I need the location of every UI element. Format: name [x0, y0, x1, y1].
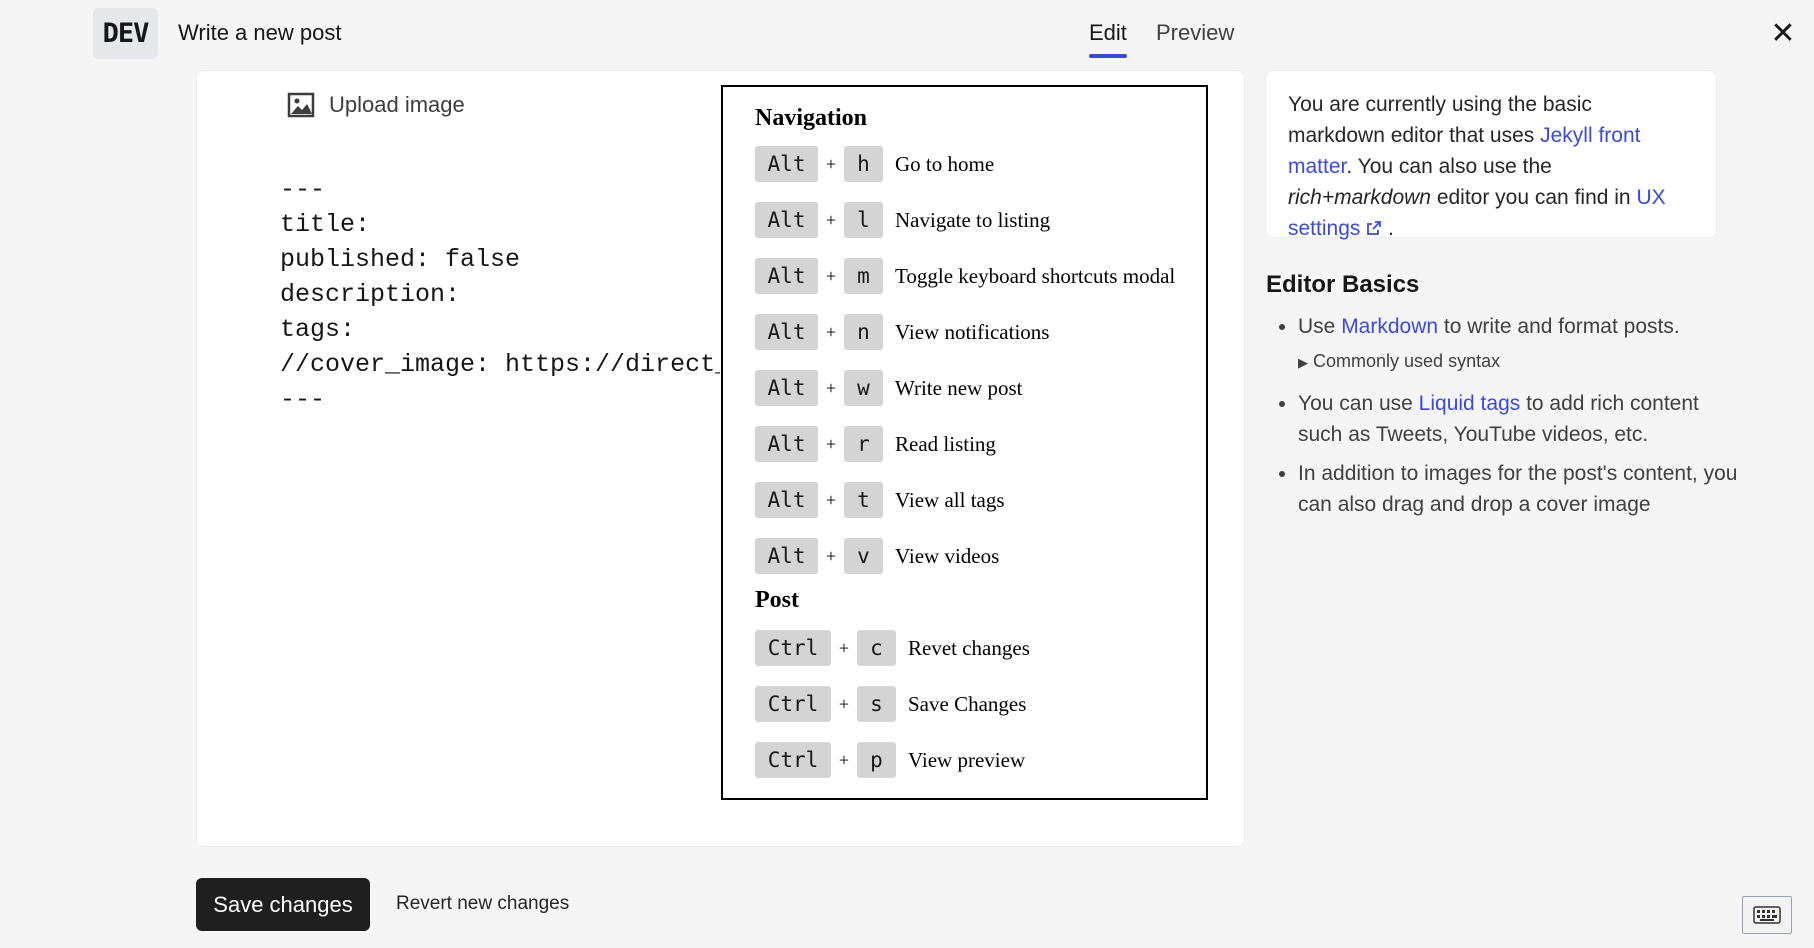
- key-cap: v: [844, 538, 883, 574]
- tab-preview[interactable]: Preview: [1156, 20, 1234, 46]
- key-cap: r: [844, 426, 883, 462]
- key-cap: Ctrl: [755, 742, 831, 778]
- syntax-toggle-label: Commonly used syntax: [1313, 351, 1501, 371]
- editor-info-card: You are currently using the basic markdo…: [1265, 70, 1717, 240]
- shortcut-row: Alt + m Toggle keyboard shortcuts modal: [755, 258, 1175, 294]
- key-cap: h: [844, 146, 883, 182]
- info-text: editor you can find in: [1430, 186, 1637, 209]
- editor-basics-list: Use Markdown to write and format posts. …: [1266, 311, 1738, 528]
- close-icon[interactable]: ✕: [1758, 14, 1808, 54]
- commonly-used-syntax-toggle[interactable]: ▶ Commonly used syntax: [1298, 346, 1738, 378]
- list-text: You can use: [1298, 392, 1419, 415]
- plus-sign: +: [825, 209, 837, 230]
- shortcut-row: Alt + n View notifications: [755, 314, 1049, 350]
- shortcut-row: Alt + l Navigate to listing: [755, 202, 1050, 238]
- liquid-tags-link[interactable]: Liquid tags: [1419, 392, 1521, 415]
- shortcut-description: View preview: [908, 747, 1026, 772]
- key-cap: Alt: [755, 314, 818, 350]
- shortcut-description: Go to home: [895, 151, 995, 176]
- key-cap: Alt: [755, 146, 818, 182]
- plus-sign: +: [825, 489, 837, 510]
- shortcut-description: View all tags: [895, 487, 1005, 512]
- shortcut-row: Alt + h Go to home: [755, 146, 994, 182]
- info-text: . You can also use the: [1346, 155, 1552, 178]
- markdown-editor[interactable]: --- title: published: false description:…: [280, 172, 720, 417]
- key-cap: Alt: [755, 202, 818, 238]
- shortcut-description: View videos: [895, 543, 1000, 568]
- disclosure-triangle-icon: ▶: [1298, 355, 1308, 370]
- key-cap: Ctrl: [755, 630, 831, 666]
- key-cap: s: [857, 686, 896, 722]
- key-cap: t: [844, 482, 883, 518]
- shortcut-row: Ctrl + s Save Changes: [755, 686, 1026, 722]
- plus-sign: +: [825, 377, 837, 398]
- key-cap: Alt: [755, 482, 818, 518]
- shortcut-row: Alt + t View all tags: [755, 482, 1005, 518]
- list-item: In addition to images for the post's con…: [1298, 458, 1738, 520]
- key-cap: Alt: [755, 426, 818, 462]
- shortcut-description: Save Changes: [908, 691, 1027, 716]
- plus-sign: +: [838, 749, 850, 770]
- shortcut-description: View notifications: [895, 319, 1050, 344]
- shortcut-row: Alt + w Write new post: [755, 370, 1022, 406]
- image-icon: [287, 92, 315, 118]
- shortcut-description: Navigate to listing: [895, 207, 1051, 232]
- shortcut-row: Alt + v View videos: [755, 538, 999, 574]
- save-changes-button[interactable]: Save changes: [196, 878, 370, 931]
- key-cap: Alt: [755, 538, 818, 574]
- shortcut-row: Alt + r Read listing: [755, 426, 996, 462]
- key-cap: w: [844, 370, 883, 406]
- plus-sign: +: [825, 265, 837, 286]
- tab-edit[interactable]: Edit: [1089, 20, 1127, 58]
- revert-changes-button[interactable]: Revert new changes: [396, 893, 569, 915]
- dev-logo[interactable]: DEV: [93, 8, 158, 59]
- plus-sign: +: [825, 433, 837, 454]
- keyboard-shortcuts-button[interactable]: [1742, 896, 1792, 934]
- keyboard-shortcuts-modal: Navigation Alt + h Go to home Alt + l Na…: [721, 85, 1208, 800]
- key-cap: Alt: [755, 370, 818, 406]
- plus-sign: +: [838, 637, 850, 658]
- list-text: to write and format posts.: [1438, 315, 1680, 338]
- editor-basics-heading: Editor Basics: [1266, 271, 1420, 298]
- navigation-heading: Navigation: [755, 105, 868, 131]
- key-cap: Alt: [755, 258, 818, 294]
- shortcut-description: Write new post: [895, 375, 1023, 400]
- shortcut-description: Read listing: [895, 431, 996, 456]
- shortcut-description: Revet changes: [908, 635, 1030, 660]
- info-text: .: [1382, 217, 1394, 240]
- page-title: Write a new post: [178, 20, 342, 45]
- external-link-icon: [1367, 221, 1382, 235]
- upload-image-label: Upload image: [329, 92, 465, 117]
- key-cap: n: [844, 314, 883, 350]
- markdown-link[interactable]: Markdown: [1341, 315, 1438, 338]
- key-cap: c: [857, 630, 896, 666]
- plus-sign: +: [838, 693, 850, 714]
- shortcut-row: Ctrl + p View preview: [755, 742, 1025, 778]
- upload-image-button[interactable]: Upload image: [287, 92, 465, 118]
- key-cap: Ctrl: [755, 686, 831, 722]
- key-cap: p: [857, 742, 896, 778]
- list-text: Use: [1298, 315, 1342, 338]
- key-cap: m: [844, 258, 883, 294]
- info-text-italic: rich+markdown: [1288, 186, 1431, 209]
- list-item: Use Markdown to write and format posts. …: [1298, 311, 1738, 378]
- list-item: You can use Liquid tags to add rich cont…: [1298, 388, 1738, 450]
- keyboard-icon: [1753, 906, 1781, 924]
- plus-sign: +: [825, 153, 837, 174]
- shortcut-description: Toggle keyboard shortcuts modal: [895, 263, 1176, 288]
- key-cap: l: [844, 202, 883, 238]
- plus-sign: +: [825, 545, 837, 566]
- shortcut-row: Ctrl + c Revet changes: [755, 630, 1030, 666]
- plus-sign: +: [825, 321, 837, 342]
- post-heading: Post: [755, 587, 799, 613]
